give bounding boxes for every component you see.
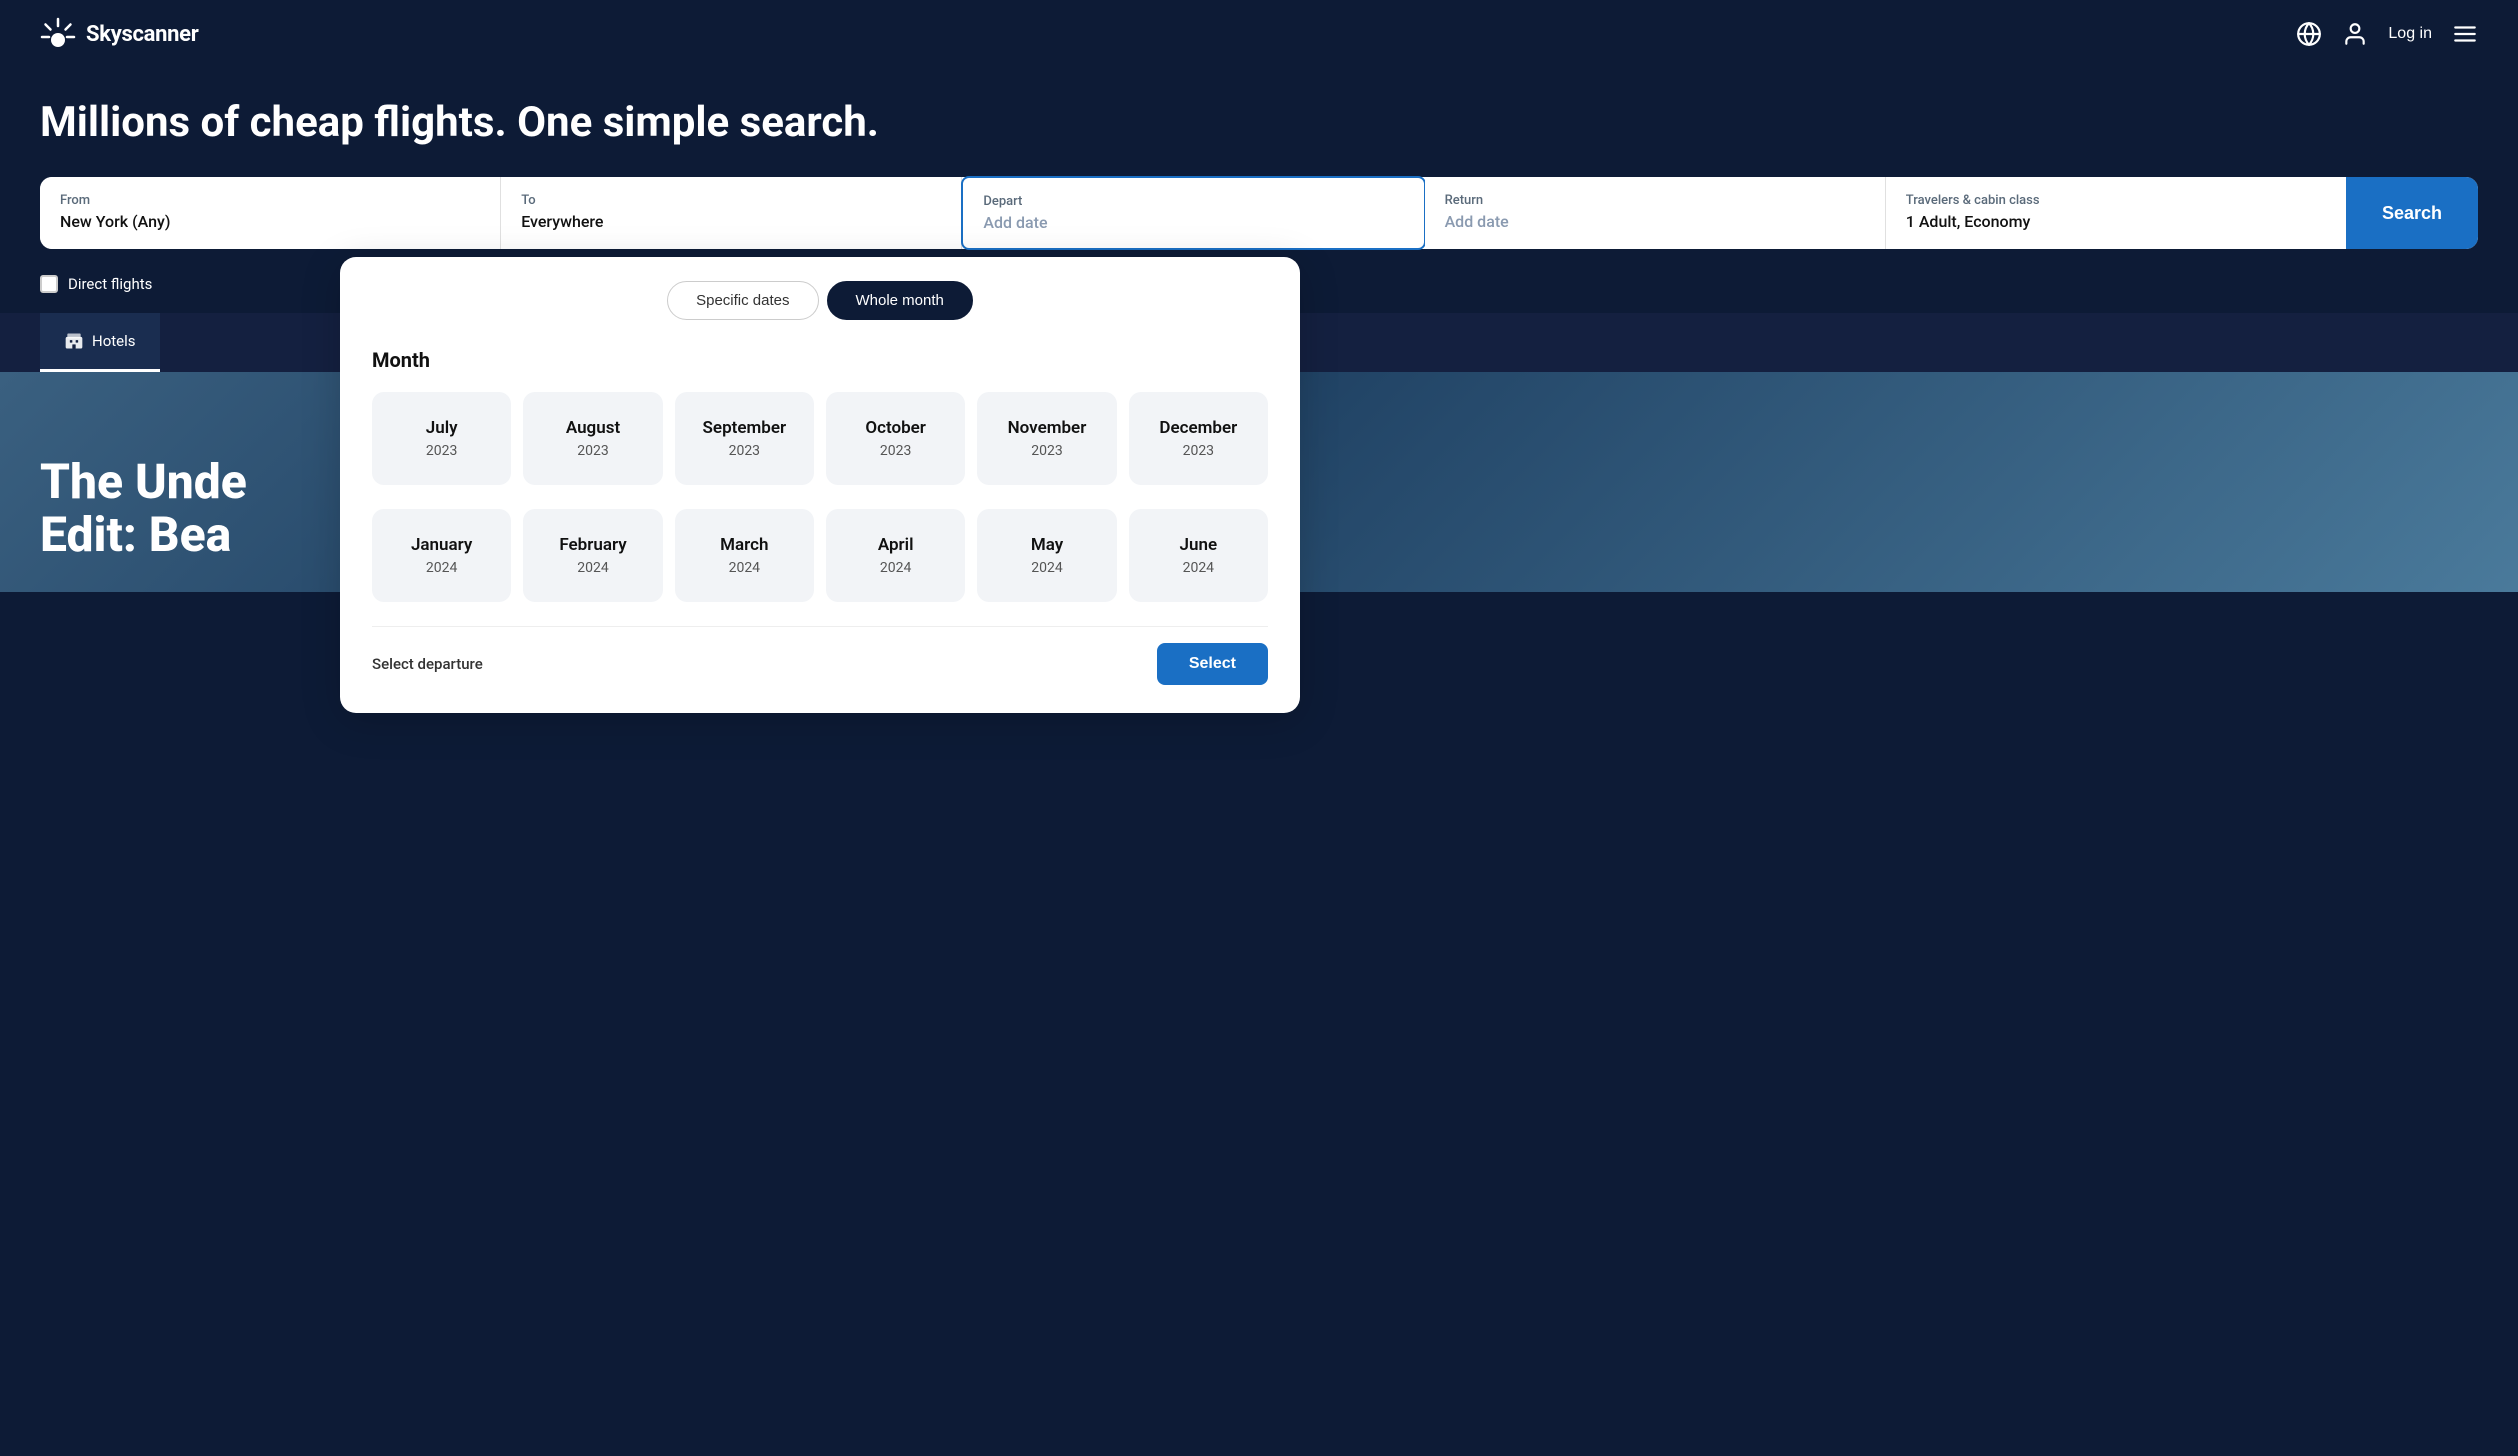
- month-name: February: [537, 535, 648, 555]
- month-card[interactable]: June 2024: [1129, 509, 1268, 602]
- months-grid-row1: July 2023 August 2023 September 2023 Oct…: [372, 392, 1268, 485]
- bg-line2: Edit: Bea: [40, 509, 247, 562]
- return-label: Return: [1445, 193, 1865, 208]
- return-field[interactable]: Return Add date: [1425, 177, 1886, 249]
- month-name: June: [1143, 535, 1254, 555]
- hotels-tab-label: Hotels: [92, 332, 136, 350]
- from-field[interactable]: From New York (Any): [40, 177, 501, 249]
- to-label: To: [521, 193, 941, 208]
- month-card[interactable]: September 2023: [675, 392, 814, 485]
- return-value: Add date: [1445, 212, 1509, 231]
- month-card[interactable]: May 2024: [977, 509, 1116, 602]
- depart-field[interactable]: Depart Add date: [961, 176, 1425, 250]
- picker-footer: Select departure Select: [372, 626, 1268, 685]
- month-year: 2024: [1031, 560, 1062, 576]
- month-card[interactable]: December 2023: [1129, 392, 1268, 485]
- menu-icon[interactable]: [2452, 21, 2478, 47]
- specific-dates-toggle[interactable]: Specific dates: [667, 281, 818, 320]
- month-name: July: [386, 418, 497, 438]
- month-year: 2024: [880, 560, 911, 576]
- month-card[interactable]: July 2023: [372, 392, 511, 485]
- month-card[interactable]: February 2024: [523, 509, 662, 602]
- month-name: September: [689, 418, 800, 438]
- month-year: 2024: [729, 560, 760, 576]
- search-wrapper: From New York (Any) To Everywhere Depart…: [40, 177, 2478, 249]
- footer-label: Select departure: [372, 655, 483, 673]
- month-card[interactable]: August 2023: [523, 392, 662, 485]
- select-button[interactable]: Select: [1157, 643, 1268, 685]
- month-year: 2024: [577, 560, 608, 576]
- header: Skyscanner Log in: [0, 0, 2518, 68]
- skyscanner-logo-icon: [40, 16, 76, 52]
- whole-month-toggle[interactable]: Whole month: [827, 281, 973, 320]
- from-label: From: [60, 193, 480, 208]
- month-year: 2023: [577, 443, 608, 459]
- date-picker-dropdown: Specific dates Whole month Month July 20…: [340, 257, 1300, 713]
- login-button[interactable]: Log in: [2388, 25, 2432, 43]
- month-name: January: [386, 535, 497, 555]
- search-button[interactable]: Search: [2346, 177, 2478, 249]
- globe-icon[interactable]: [2296, 21, 2322, 47]
- search-bar: From New York (Any) To Everywhere Depart…: [40, 177, 2478, 249]
- hero-section: Millions of cheap flights. One simple se…: [0, 68, 2518, 313]
- tab-hotels[interactable]: Hotels: [40, 313, 160, 372]
- depart-label: Depart: [983, 194, 1403, 209]
- date-toggle-row: Specific dates Whole month: [372, 281, 1268, 320]
- logo[interactable]: Skyscanner: [40, 16, 199, 52]
- month-year: 2023: [1183, 443, 1214, 459]
- logo-text: Skyscanner: [86, 22, 199, 47]
- month-card[interactable]: November 2023: [977, 392, 1116, 485]
- to-field[interactable]: To Everywhere: [501, 177, 962, 249]
- month-name: March: [689, 535, 800, 555]
- month-name: April: [840, 535, 951, 555]
- month-name: May: [991, 535, 1102, 555]
- month-section-label: Month: [372, 348, 1268, 372]
- travelers-label: Travelers & cabin class: [1906, 193, 2326, 208]
- hotel-icon: [64, 331, 84, 351]
- bg-line1: The Unde: [40, 456, 247, 509]
- month-year: 2023: [1031, 443, 1062, 459]
- month-card[interactable]: October 2023: [826, 392, 965, 485]
- month-name: August: [537, 418, 648, 438]
- header-right: Log in: [2296, 21, 2478, 47]
- months-grid-row2: January 2024 February 2024 March 2024 Ap…: [372, 509, 1268, 602]
- bg-overlay-text: The Unde Edit: Bea: [40, 456, 247, 562]
- month-year: 2023: [729, 443, 760, 459]
- direct-flights-checkbox[interactable]: [40, 275, 58, 293]
- month-year: 2024: [426, 560, 457, 576]
- travelers-value: 1 Adult, Economy: [1906, 212, 2031, 231]
- month-year: 2023: [426, 443, 457, 459]
- from-value: New York (Any): [60, 212, 170, 231]
- month-card[interactable]: March 2024: [675, 509, 814, 602]
- depart-value: Add date: [983, 213, 1047, 232]
- to-value: Everywhere: [521, 212, 603, 231]
- month-name: October: [840, 418, 951, 438]
- month-year: 2024: [1183, 560, 1214, 576]
- direct-flights-label: Direct flights: [68, 275, 152, 293]
- hero-title: Millions of cheap flights. One simple se…: [40, 98, 2478, 147]
- month-name: November: [991, 418, 1102, 438]
- user-icon[interactable]: [2342, 21, 2368, 47]
- month-name: December: [1143, 418, 1254, 438]
- travelers-field[interactable]: Travelers & cabin class 1 Adult, Economy: [1886, 177, 2346, 249]
- month-card[interactable]: January 2024: [372, 509, 511, 602]
- month-year: 2023: [880, 443, 911, 459]
- month-card[interactable]: April 2024: [826, 509, 965, 602]
